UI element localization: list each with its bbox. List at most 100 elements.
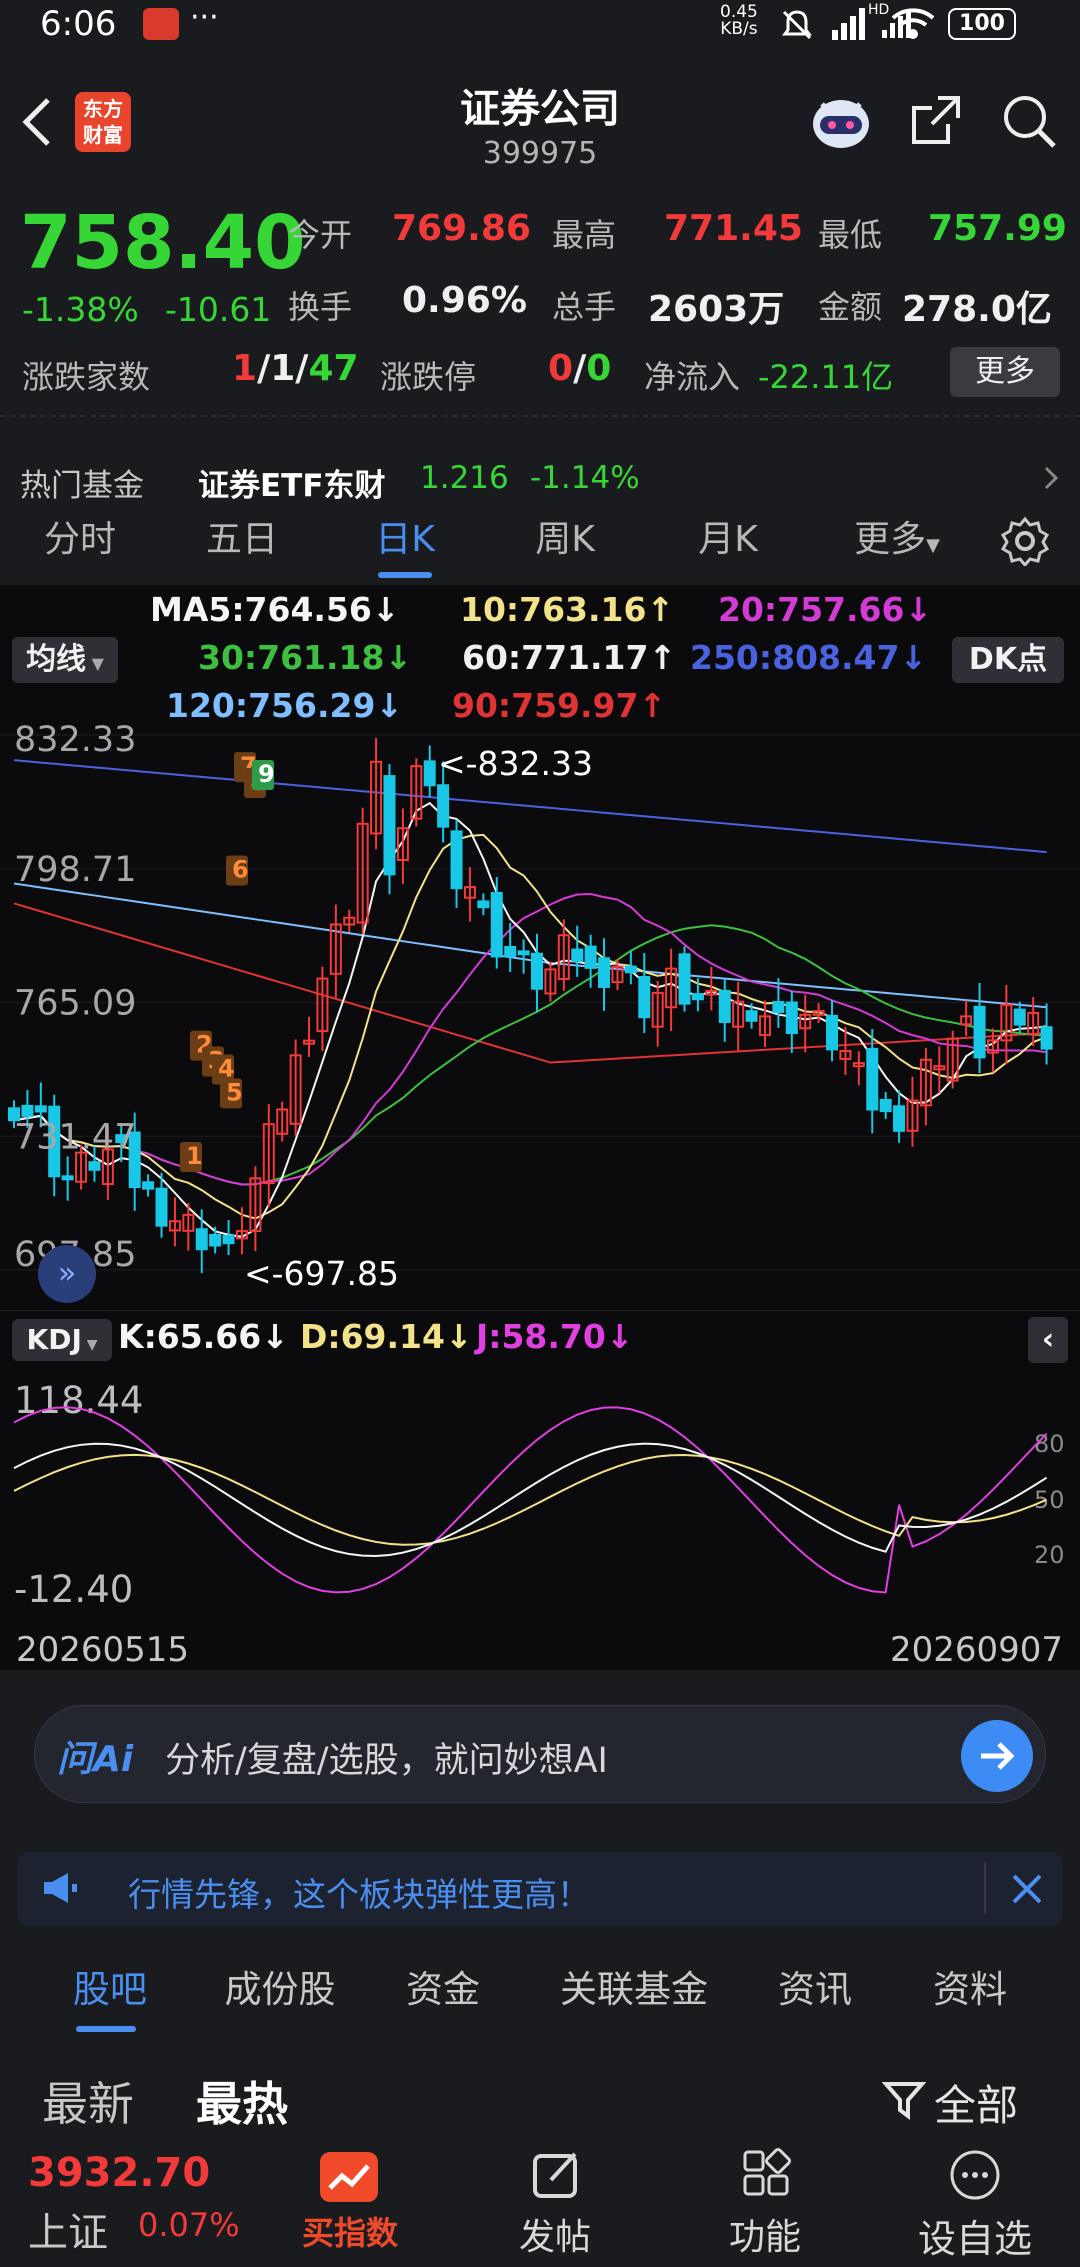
date-end: 20260907 (890, 1630, 1064, 1670)
candle-body (61, 1175, 74, 1181)
candle-body (383, 775, 396, 876)
kdj-j-line (13, 1406, 1048, 1594)
candle-body (517, 950, 530, 956)
robot-assistant-icon[interactable] (808, 90, 874, 152)
index-value: 3932.70 (28, 2150, 211, 2196)
tab-monthly-k[interactable]: 月K (668, 500, 788, 580)
app-notification-icon (143, 8, 179, 40)
ma20-line (13, 892, 1047, 1186)
logo-line1: 东方 (83, 97, 123, 121)
tab-stock-forum[interactable]: 股吧 (50, 1950, 170, 2030)
share-icon[interactable] (908, 92, 964, 148)
signal-icon (830, 6, 870, 42)
status-bar: 6:06 ··· 0.45 KB/s HD 100 (0, 0, 1080, 52)
limit-label: 涨跌停 (380, 358, 477, 396)
sort-latest[interactable]: 最新 (42, 2068, 134, 2134)
buy-index-button[interactable]: 买指数 (290, 2140, 410, 2267)
net-speed-unit: KB/s (720, 19, 758, 39)
ai-placeholder: 分析/复盘/选股，就问妙想AI (165, 1741, 608, 1781)
candle-body (1040, 1026, 1053, 1050)
tab-five-day[interactable]: 五日 (182, 500, 302, 580)
ma30-label: 30:761.18↓ (198, 638, 413, 677)
tab-weekly-k[interactable]: 周K (505, 500, 625, 580)
ai-send-arrow-icon[interactable] (961, 1720, 1033, 1792)
period-tabs: 分时 五日 日K 周K 月K 更多▼ (0, 500, 1080, 580)
td-count-label: 6 (232, 856, 249, 884)
limit-values: 0/0 (548, 348, 612, 389)
amount-value: 278.0亿 (902, 289, 1052, 330)
ma-selector-button[interactable]: 均线 ▼ (12, 637, 118, 683)
settings-gear-icon[interactable] (1000, 516, 1050, 566)
bottom-nav: 3932.70 上证 0.07% 买指数 发帖 功能 设自选 (0, 2140, 1080, 2267)
low-value: 757.99 (928, 208, 1067, 249)
limit-up: 0 (548, 348, 574, 389)
expand-double-chevron-icon[interactable]: » (38, 1245, 96, 1303)
index-name: 上证 (28, 2210, 108, 2256)
add-watchlist-button[interactable]: 设自选 (900, 2140, 1050, 2267)
more-circle-icon (948, 2148, 1002, 2202)
post-label: 发帖 (518, 2217, 591, 2258)
back-icon[interactable] (18, 96, 58, 148)
ma10-label: 10:763.16↑ (460, 590, 675, 629)
td-counts: 123456789 (180, 752, 275, 1172)
tab-daily-k[interactable]: 日K (345, 500, 465, 580)
candle-body (155, 1187, 168, 1227)
td-count-label: 9 (258, 760, 275, 788)
candle-body (973, 1005, 986, 1059)
post-button[interactable]: 发帖 (495, 2140, 615, 2267)
kdj-selector-button[interactable]: KDJ ▼ (12, 1319, 112, 1361)
candle-body (222, 1234, 235, 1245)
ma30-line (13, 924, 1047, 1186)
ma5-line (13, 801, 1047, 1238)
function-button[interactable]: 功能 (705, 2140, 825, 2267)
kline-chart-area[interactable]: MA5:764.56↓ 10:763.16↑ 20:757.66↓ 均线 ▼ 3… (0, 585, 1080, 1670)
high-value: 771.45 (664, 208, 803, 249)
price-axis-label: 798.71 (14, 850, 136, 890)
volume-label: 总手 (552, 288, 617, 326)
breadth-up: 1 (232, 348, 258, 389)
more-button[interactable]: 更多 (950, 347, 1060, 397)
kdj-y-bottom: -12.40 (14, 1568, 133, 1611)
kdj-level-50: 50 (1034, 1486, 1065, 1514)
tab-news[interactable]: 资讯 (760, 1950, 870, 2030)
stock-code: 399975 (482, 136, 598, 171)
collapse-chevron-left-icon[interactable]: ‹ (1028, 1317, 1068, 1363)
header: 东方 财富 证券公司 399975 (0, 52, 1080, 182)
candle-body (584, 945, 597, 969)
candle-body (638, 975, 651, 1019)
sort-hot[interactable]: 最热 (196, 2068, 288, 2134)
tab-intraday[interactable]: 分时 (20, 500, 140, 580)
tab-more[interactable]: 更多▼ (842, 500, 952, 580)
candle-body (772, 1001, 785, 1014)
sort-row: 最新 最热 全部 (0, 2050, 1080, 2140)
candle-body (866, 1047, 879, 1111)
fund-name: 证券ETF东财 (198, 468, 386, 504)
last-price: 758.40 (20, 200, 306, 286)
inflow-label: 净流入 (644, 358, 741, 396)
dk-point-button[interactable]: DK点 (952, 637, 1064, 683)
candle-body (624, 965, 637, 974)
promo-notice[interactable]: 行情先锋，这个板块弹性更高！ (18, 1852, 1062, 1926)
candlestick-chart[interactable]: 123456789 832.33798.71765.09731.47697.85… (0, 725, 1080, 1300)
forum-tab-indicator (76, 2026, 136, 2032)
inflow-value: -22.11亿 (758, 358, 894, 396)
app-logo: 东方 财富 (75, 92, 131, 152)
turnover-value: 0.96% (402, 280, 527, 321)
td-count-label: 5 (226, 1078, 243, 1106)
tab-related-funds[interactable]: 关联基金 (548, 1950, 720, 2030)
filter-icon[interactable] (882, 2078, 926, 2122)
page-title: 证券公司 (460, 86, 620, 132)
candle-body (745, 1010, 758, 1022)
edit-icon (529, 2148, 583, 2202)
ma120-line (13, 882, 1047, 1009)
close-icon[interactable] (1008, 1870, 1046, 1908)
filter-all[interactable]: 全部 (934, 2072, 1018, 2133)
search-icon[interactable] (1000, 92, 1058, 150)
tab-capital[interactable]: 资金 (388, 1950, 498, 2030)
chevron-right-icon (1044, 466, 1058, 490)
kdj-chart[interactable]: 118.44 -12.40 80 50 20 (0, 1370, 1080, 1615)
tab-constituents[interactable]: 成份股 (205, 1950, 355, 2030)
candle-body (437, 784, 450, 828)
ai-ask-bar[interactable]: 问Ai 分析/复盘/选股，就问妙想AI (34, 1705, 1046, 1803)
tab-profile[interactable]: 资料 (915, 1950, 1025, 2030)
